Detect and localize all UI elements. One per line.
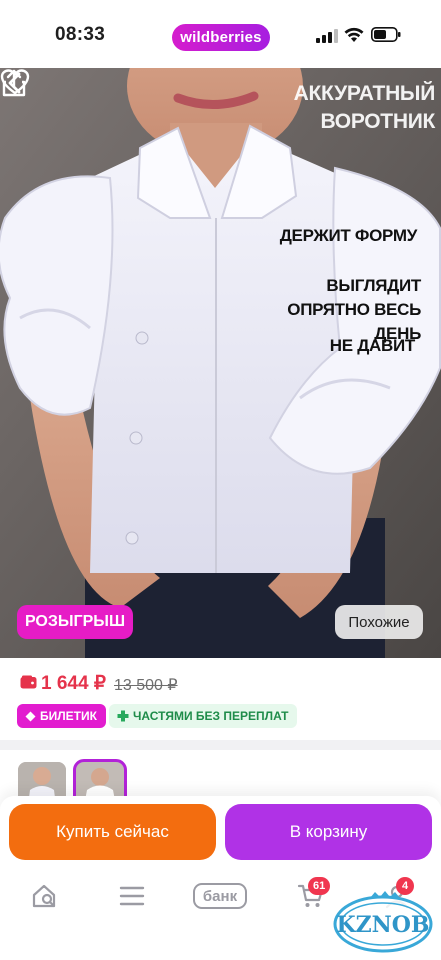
variant-thumbnails <box>0 750 441 809</box>
cross-icon <box>117 710 129 722</box>
product-photo-illustration <box>0 68 441 658</box>
watermark-logo: KZNOB <box>333 891 433 953</box>
giveaway-button[interactable]: РОЗЫГРЫШ <box>17 605 133 639</box>
share-icon[interactable] <box>0 68 28 98</box>
nav-home[interactable] <box>30 880 60 912</box>
product-image[interactable]: АККУРАТНЫЙ ВОРОТНИК ДЕРЖИТ ФОРМУ ВЫГЛЯДИ… <box>0 68 441 658</box>
status-bar: 08:33 wildberries <box>0 0 441 68</box>
nav-bank[interactable]: банк <box>192 880 248 912</box>
current-price: 1 644 ₽ <box>41 673 106 694</box>
similar-button[interactable]: Похожие <box>335 605 423 639</box>
svg-text:KZNOB: KZNOB <box>336 912 429 938</box>
installments-badge-label: ЧАСТЯМИ БЕЗ ПЕРЕПЛАТ <box>133 709 289 723</box>
price-section: 1 644 ₽ 13 500 ₽ БИЛЕТИК ЧАСТЯМИ БЕЗ ПЕР… <box>0 658 441 740</box>
brand-logo[interactable]: wildberries <box>172 24 270 51</box>
cart-count-badge: 61 <box>308 877 331 895</box>
signal-icon <box>316 29 338 43</box>
overlay-title: АККУРАТНЫЙ ВОРОТНИК <box>293 82 436 133</box>
ticket-badge-label: БИЛЕТИК <box>40 709 97 723</box>
buy-now-button[interactable]: Купить сейчас <box>9 804 216 860</box>
battery-icon <box>371 27 401 42</box>
status-time: 08:33 <box>55 24 106 45</box>
wifi-icon <box>344 27 364 42</box>
nav-catalog[interactable] <box>118 880 146 912</box>
ticket-badge[interactable]: БИЛЕТИК <box>17 704 106 728</box>
installments-badge[interactable]: ЧАСТЯМИ БЕЗ ПЕРЕПЛАТ <box>109 704 298 728</box>
home-search-icon <box>32 884 56 908</box>
menu-icon <box>119 886 145 906</box>
feature-label-comfort: НЕ ДАВИТ <box>329 336 416 355</box>
purchase-actions: Купить сейчас В корзину <box>0 796 441 868</box>
feature-label-shape: ДЕРЖИТ ФОРМУ <box>279 226 418 245</box>
wallet-icon <box>20 675 37 689</box>
bank-label: банк <box>193 883 247 909</box>
section-divider <box>0 740 441 750</box>
add-to-cart-button[interactable]: В корзину <box>225 804 432 860</box>
old-price: 13 500 ₽ <box>114 677 178 694</box>
ticket-icon <box>25 711 36 721</box>
